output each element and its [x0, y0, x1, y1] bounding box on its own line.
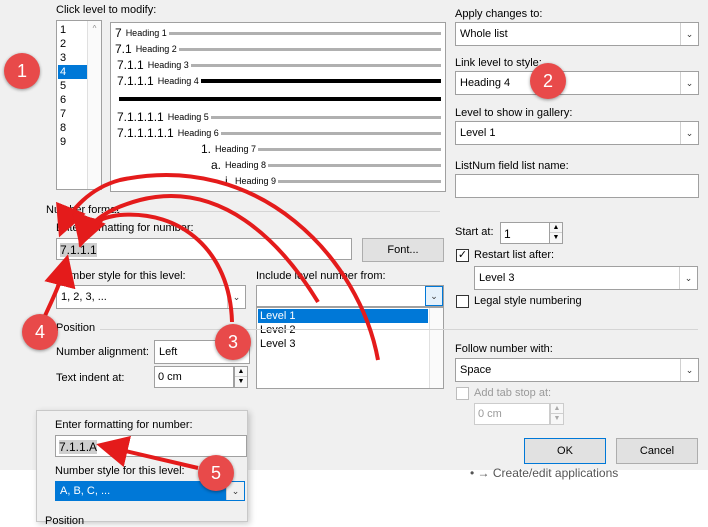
arrow-to-style	[42, 254, 76, 319]
step-badge-1: 1	[4, 53, 40, 89]
step-badge-4: 4	[22, 314, 58, 350]
arrow-to-number-format	[72, 212, 234, 323]
step-badge-2: 2	[530, 63, 566, 99]
step-badge-5: 5	[198, 455, 234, 491]
arrow-to-popup-format	[96, 435, 199, 470]
step-badge-3: 3	[215, 324, 251, 360]
annotation-arrows	[42, 173, 380, 470]
